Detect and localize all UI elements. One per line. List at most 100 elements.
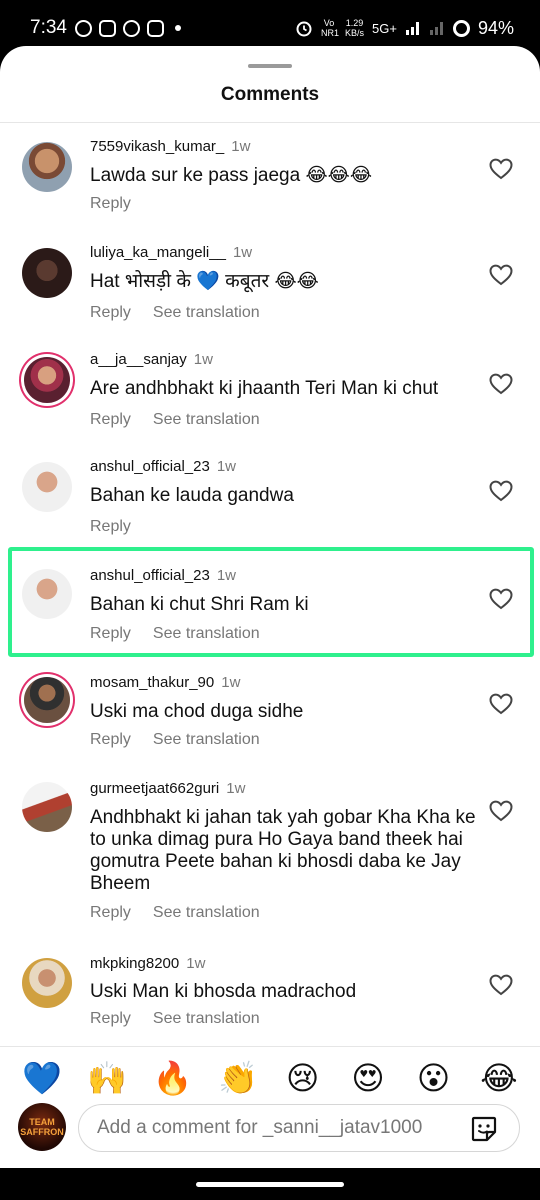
drag-handle[interactable] — [248, 64, 292, 68]
avatar[interactable] — [22, 142, 72, 192]
battery-icon — [452, 19, 470, 37]
comment-actions: Reply See translation — [90, 625, 282, 643]
comment-username[interactable]: mosam_thakur_90 — [90, 674, 214, 691]
see-translation-button[interactable]: See translation — [153, 304, 260, 322]
comment-username[interactable]: gurmeetjaat662guri — [90, 780, 219, 797]
heart-icon[interactable] — [489, 373, 513, 395]
avatar-text-line1: TEAM — [29, 1117, 55, 1127]
comment-age: 1w — [216, 458, 237, 475]
avatar[interactable] — [24, 677, 70, 723]
avatar[interactable] — [22, 248, 72, 298]
snapchat-icon — [146, 19, 164, 37]
comment-item: mkpking8200 1w Uski Man ki bhosda madrach… — [0, 952, 540, 1042]
reply-button[interactable]: Reply — [90, 304, 131, 322]
reaction-fire[interactable]: 🔥 — [153, 1059, 193, 1097]
reaction-raising-hands[interactable]: 🙌 — [87, 1059, 127, 1097]
reply-button[interactable]: Reply — [90, 1010, 131, 1028]
comment-username[interactable]: luliya_ka_mangeli__ — [90, 244, 226, 261]
comments-sheet: Comments 7559vikash_kumar_ 1w Lawda sur k… — [0, 46, 540, 1168]
net-speed: 1.29 KB/s — [345, 18, 364, 38]
reply-button[interactable]: Reply — [90, 518, 131, 536]
net-speed-value: 1.29 — [345, 18, 364, 28]
see-translation-button[interactable]: See translation — [153, 411, 260, 429]
more-notifications-dot — [174, 25, 181, 31]
reply-button[interactable]: Reply — [90, 195, 131, 213]
avatar[interactable] — [22, 462, 72, 512]
reply-button[interactable]: Reply — [90, 625, 131, 643]
notification-icons — [74, 19, 181, 37]
comment-username[interactable]: anshul_official_23 — [90, 458, 210, 475]
comment-text: Bahan ke lauda gandwa — [90, 485, 294, 506]
heart-icon[interactable] — [489, 158, 513, 180]
heart-icon[interactable] — [489, 588, 513, 610]
comment-composer: 💙 🙌 🔥 👏 😢 😍 😮 😂 TEAM SAFFRON — [0, 1046, 540, 1168]
comment-age: 1w — [186, 955, 206, 972]
comment-actions: Reply — [90, 518, 153, 536]
reply-button[interactable]: Reply — [90, 411, 131, 429]
comment-item: luliya_ka_mangeli__ 1w Hat भोसड़ी के 💙 कब… — [0, 242, 540, 342]
whatsapp-icon — [122, 19, 140, 37]
comment-item: anshul_official_23 1w Bahan ki chut Shri … — [0, 563, 540, 653]
reply-button[interactable]: Reply — [90, 731, 131, 749]
comment-header: mkpking8200 1w — [90, 955, 205, 972]
comment-item: a__ja__sanjay 1w Are andhbhakt ki jhaanth… — [0, 349, 540, 449]
avatar[interactable] — [22, 782, 72, 832]
avatar-text-line2: SAFFRON — [20, 1127, 64, 1137]
comment-header: anshul_official_23 1w — [90, 458, 236, 475]
comment-age: 1w — [193, 351, 213, 368]
reaction-heart-eyes[interactable]: 😍 — [349, 1059, 387, 1097]
see-translation-button[interactable]: See translation — [153, 904, 260, 922]
see-translation-button[interactable]: See translation — [153, 1010, 260, 1028]
comment-item: mosam_thakur_90 1w Uski ma chod duga sidh… — [0, 669, 540, 769]
signal-icon — [405, 22, 419, 35]
comment-header: luliya_ka_mangeli__ 1w — [90, 244, 252, 261]
comment-age: 1w — [226, 780, 246, 797]
heart-icon[interactable] — [489, 693, 513, 715]
heart-icon[interactable] — [489, 264, 513, 286]
avatar[interactable] — [22, 569, 72, 619]
comment-input-container — [78, 1104, 520, 1152]
comment-actions: Reply — [90, 195, 153, 213]
comment-input[interactable] — [97, 1105, 457, 1151]
battery-level: 94% — [477, 17, 514, 38]
system-nav-bar — [0, 1168, 540, 1200]
reaction-surprised[interactable]: 😮 — [415, 1059, 453, 1097]
comment-item: gurmeetjaat662guri 1w Andhbhakt ki jahan … — [0, 776, 540, 946]
reaction-crying[interactable]: 😢 — [284, 1059, 322, 1097]
sticker-icon[interactable] — [469, 1114, 499, 1144]
volte-label: Vo NR1 — [321, 18, 340, 38]
see-translation-button[interactable]: See translation — [153, 625, 260, 643]
comment-username[interactable]: anshul_official_23 — [90, 567, 210, 584]
comment-header: mosam_thakur_90 1w — [90, 674, 240, 691]
comment-actions: Reply See translation — [90, 904, 282, 922]
comment-age: 1w — [231, 138, 251, 155]
net-speed-unit: KB/s — [345, 28, 365, 38]
comment-age: 1w — [232, 244, 253, 261]
comment-username[interactable]: a__ja__sanjay — [90, 351, 187, 368]
comment-text: Bahan ki chut Shri Ram ki — [90, 594, 309, 615]
comment-username[interactable]: mkpking8200 — [90, 955, 179, 972]
comment-text: Uski Man ki bhosda madrachod — [90, 981, 357, 1002]
heart-icon[interactable] — [489, 800, 513, 822]
comment-header: gurmeetjaat662guri 1w — [90, 780, 245, 797]
reaction-clapping[interactable]: 👏 — [218, 1059, 258, 1097]
see-translation-button[interactable]: See translation — [153, 731, 260, 749]
comment-item: anshul_official_23 1w Bahan ke lauda gand… — [0, 456, 540, 556]
heart-icon[interactable] — [489, 974, 513, 996]
comment-actions: Reply See translation — [90, 411, 282, 429]
comment-actions: Reply See translation — [90, 304, 282, 322]
instagram-icon — [98, 19, 116, 37]
comment-header: a__ja__sanjay 1w — [90, 351, 213, 368]
avatar[interactable] — [22, 958, 72, 1008]
avatar[interactable] — [24, 357, 70, 403]
comment-username[interactable]: 7559vikash_kumar_ — [90, 138, 224, 155]
reaction-laughing[interactable]: 😂 — [480, 1059, 518, 1097]
network-type: 5G+ — [372, 20, 397, 36]
heart-icon[interactable] — [489, 480, 513, 502]
reply-button[interactable]: Reply — [90, 904, 131, 922]
comment-text: Hat भोसड़ी के 💙 कबूतर 😂😂 — [90, 271, 319, 292]
home-indicator[interactable] — [196, 1182, 344, 1187]
reaction-blue-heart[interactable]: 💙 — [22, 1059, 62, 1097]
comment-text: Andhbhakt ki jahan tak yah gobar Kha Kha… — [90, 807, 476, 894]
comment-text: Are andhbhakt ki jhaanth Teri Man ki chu… — [90, 378, 439, 399]
